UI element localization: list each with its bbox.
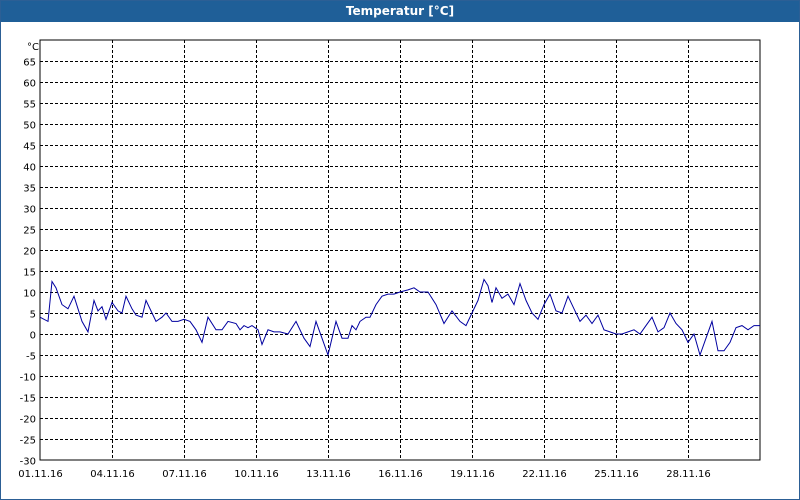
- x-tick-label: 28.11.16: [666, 469, 711, 480]
- x-tick-label: 16.11.16: [378, 469, 423, 480]
- y-tick-label: 45: [23, 142, 36, 153]
- y-tick-label: 40: [23, 163, 36, 174]
- y-tick-label: -10: [20, 373, 36, 384]
- y-tick-label: 50: [23, 121, 36, 132]
- y-axis-ticks: 65605550454035302520151050-5-10-15-20-25…: [20, 58, 36, 468]
- x-tick-label: 10.11.16: [234, 469, 279, 480]
- y-tick-label: -5: [26, 352, 36, 363]
- y-tick-label: 25: [23, 226, 36, 237]
- y-tick-label: -25: [20, 436, 36, 447]
- x-tick-label: 07.11.16: [162, 469, 207, 480]
- y-tick-label: 55: [23, 100, 36, 111]
- x-tick-label: 01.11.16: [18, 469, 63, 480]
- y-tick-label: 15: [23, 268, 36, 279]
- y-tick-label: 30: [23, 205, 36, 216]
- temperature-chart: 65605550454035302520151050-5-10-15-20-25…: [18, 39, 761, 480]
- x-tick-label: 04.11.16: [90, 469, 135, 480]
- y-axis-unit-label: °C: [27, 42, 39, 53]
- y-tick-label: -20: [20, 415, 36, 426]
- grid-lines: [40, 40, 760, 460]
- y-tick-label: 35: [23, 184, 36, 195]
- x-axis-ticks: 01.11.16 04.11.16 07.11.16 10.11.16 13.11.16…: [18, 469, 711, 480]
- x-tick-label: 22.11.16: [522, 469, 567, 480]
- y-tick-label: 65: [23, 58, 36, 69]
- y-tick-label: -30: [20, 457, 36, 468]
- y-tick-label: -15: [20, 394, 36, 405]
- x-tick-label: 25.11.16: [594, 469, 639, 480]
- y-tick-label: 10: [23, 289, 36, 300]
- y-tick-label: 0: [30, 331, 36, 342]
- y-tick-label: 5: [30, 310, 36, 321]
- y-tick-label: 20: [23, 247, 36, 258]
- x-tick-label: 13.11.16: [306, 469, 351, 480]
- y-tick-label: 60: [23, 79, 36, 90]
- x-tick-label: 19.11.16: [450, 469, 495, 480]
